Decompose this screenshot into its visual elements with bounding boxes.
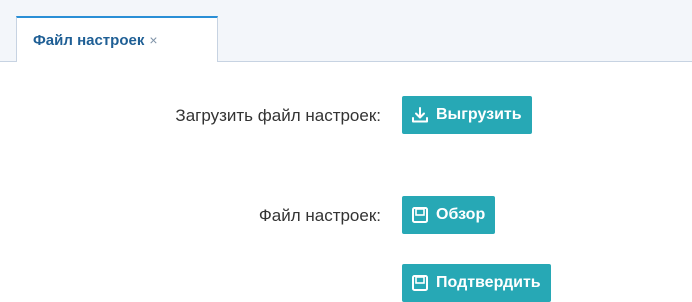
tab-settings-file[interactable]: Файл настроек × bbox=[16, 16, 218, 62]
tab-bar: Файл настроек × bbox=[0, 0, 692, 62]
close-icon[interactable]: × bbox=[149, 32, 157, 48]
upload-settings-label: Загрузить файл настроек: bbox=[175, 106, 381, 125]
download-icon bbox=[410, 105, 430, 125]
upload-button-label: Выгрузить bbox=[436, 106, 522, 123]
floppy-disk-icon bbox=[410, 273, 430, 293]
upload-button[interactable]: Выгрузить bbox=[402, 96, 532, 134]
browse-button[interactable]: Обзор bbox=[402, 196, 496, 234]
confirm-button[interactable]: Подтвердить bbox=[402, 264, 551, 302]
confirm-button-label: Подтвердить bbox=[436, 274, 541, 291]
floppy-disk-icon bbox=[410, 205, 430, 225]
settings-file-label: Файл настроек: bbox=[258, 206, 381, 225]
browse-button-label: Обзор bbox=[436, 206, 486, 223]
tab-label: Файл настроек bbox=[33, 31, 145, 49]
